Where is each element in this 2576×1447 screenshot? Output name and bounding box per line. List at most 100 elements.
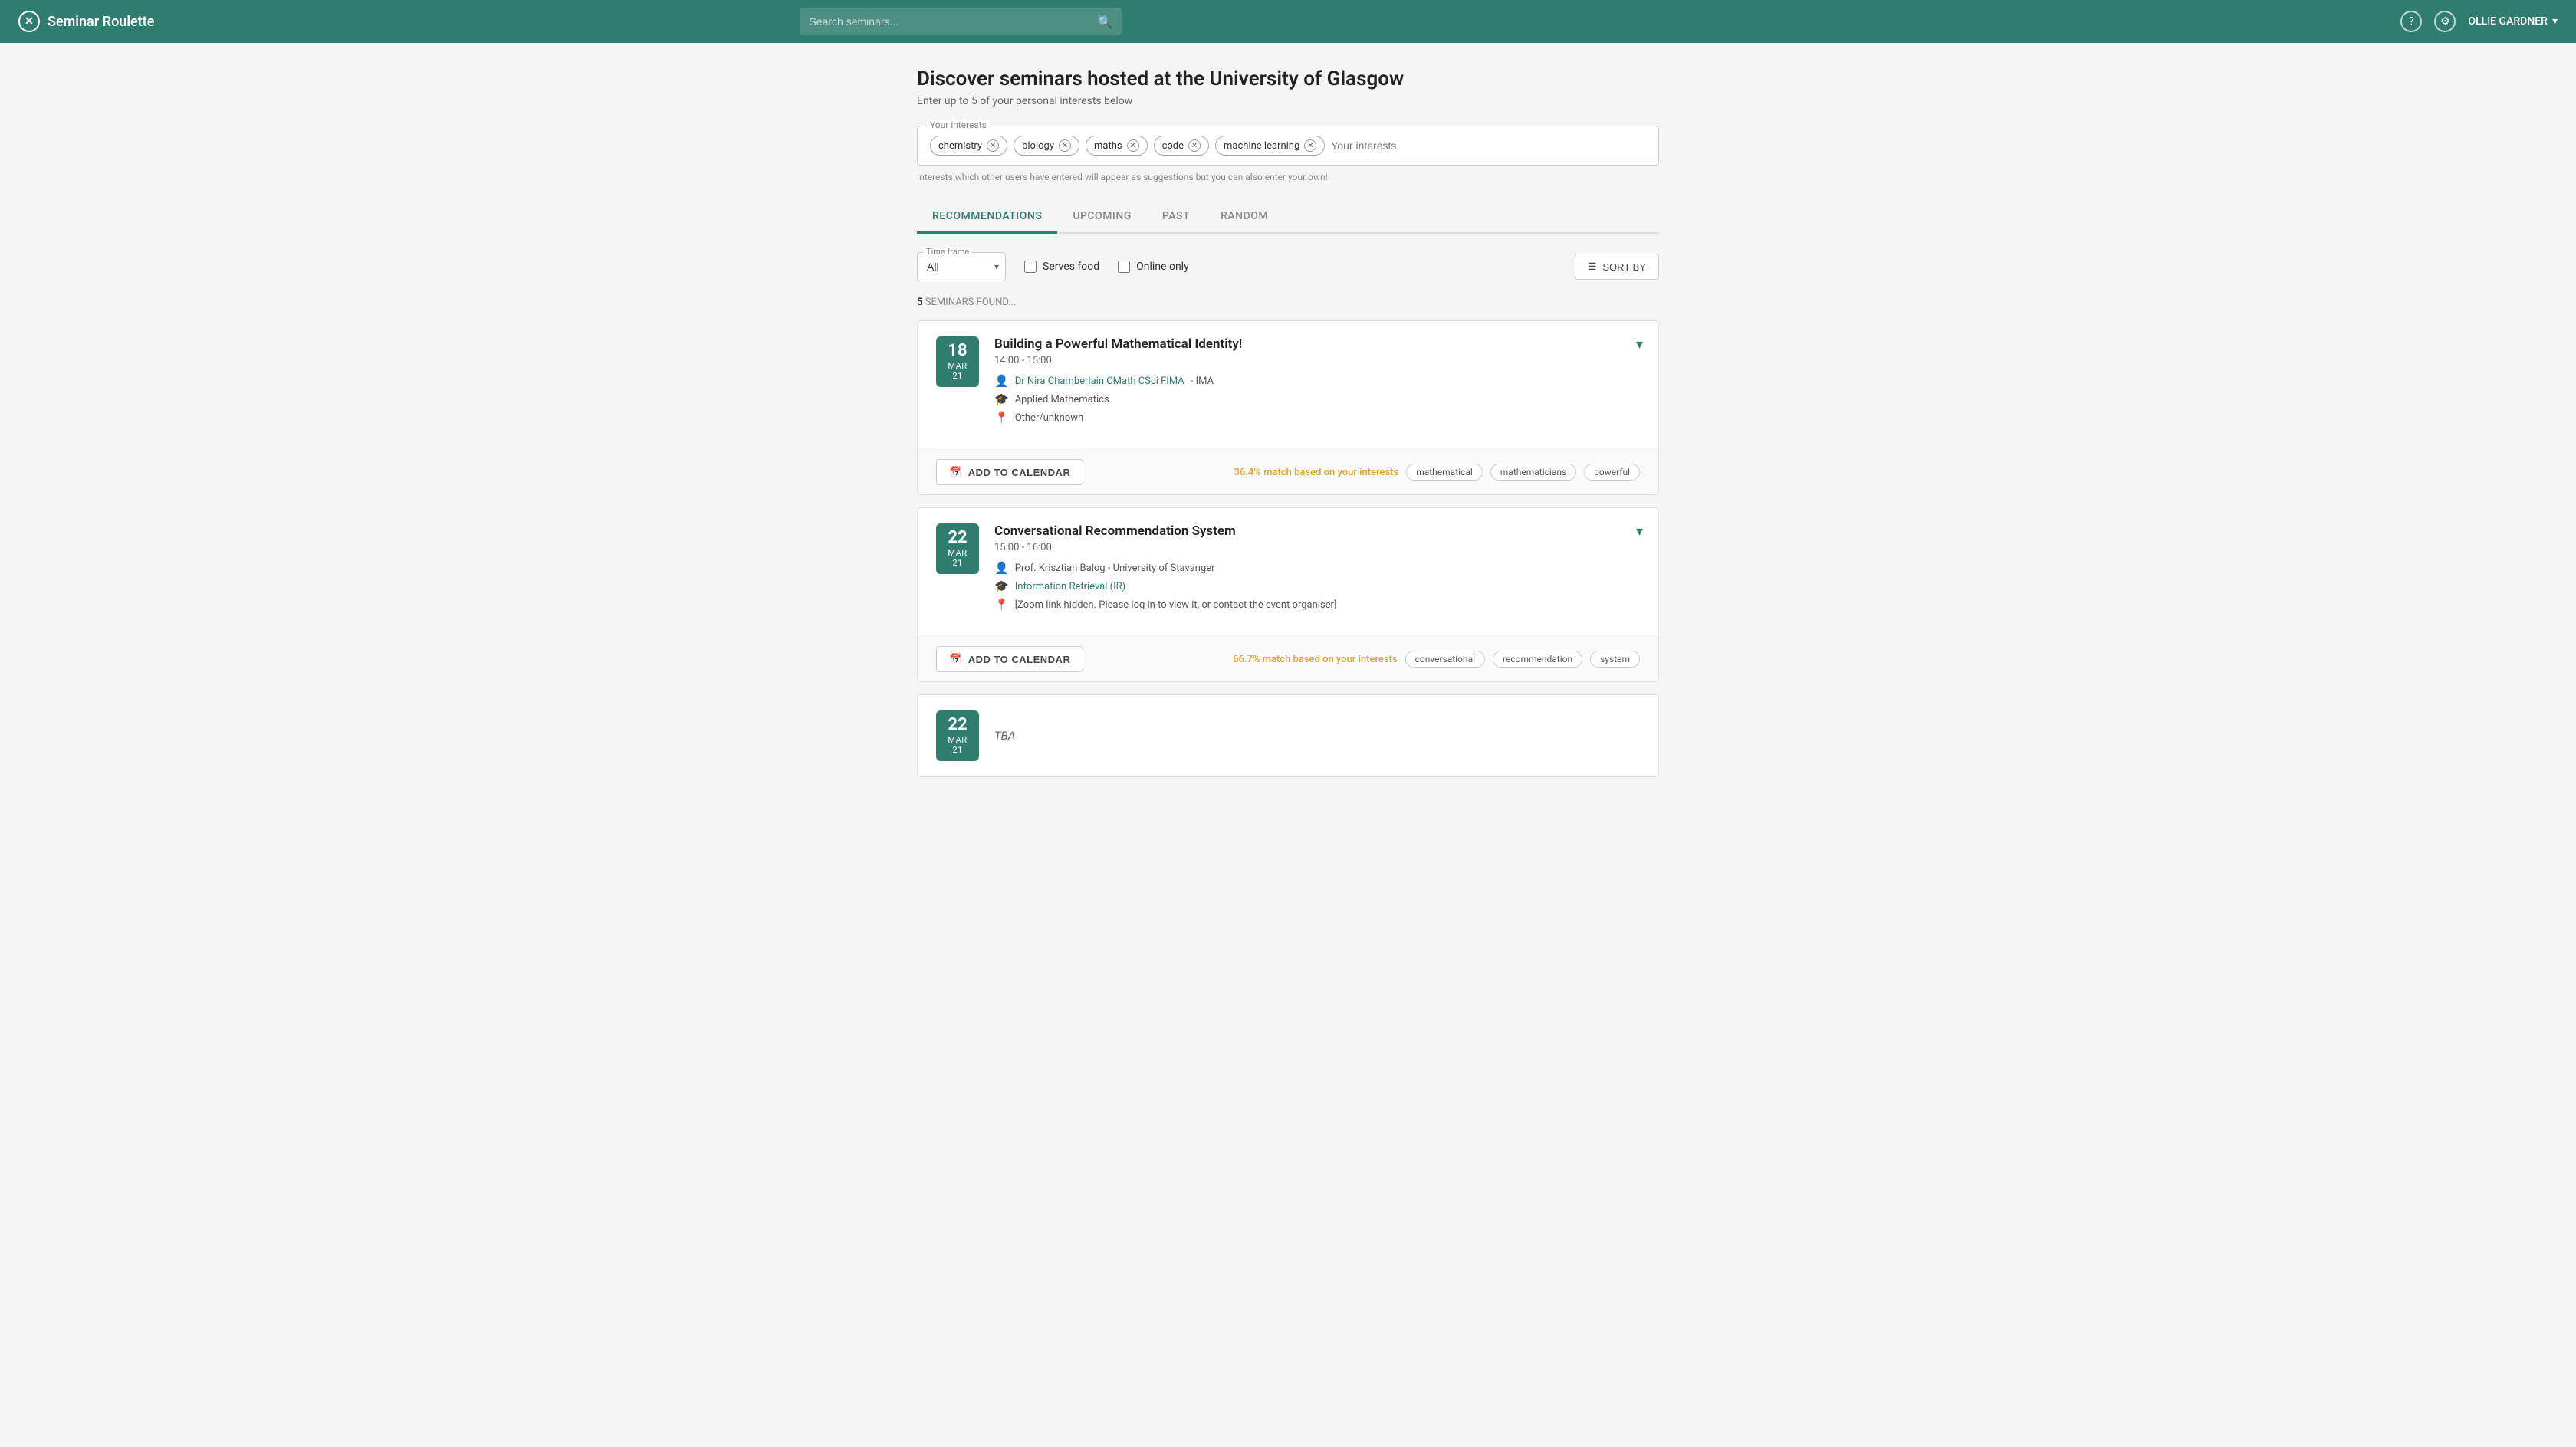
interest-tag-label: maths bbox=[1094, 140, 1122, 152]
card-inner: 22 MAR 21 Conversational Recommendation … bbox=[918, 508, 1658, 636]
interest-tag-machine-learning: machine learning ✕ bbox=[1215, 136, 1325, 156]
calendar-icon: 📅 bbox=[949, 653, 962, 665]
date-year: 21 bbox=[952, 371, 962, 381]
card-info: Building a Powerful Mathematical Identit… bbox=[994, 336, 1640, 434]
filters-row: Time frame All Today This Week This Mont… bbox=[917, 252, 1659, 281]
seminar-time: 15:00 - 16:00 bbox=[994, 542, 1640, 553]
header-right: ? ⚙ OLLIE GARDNER ▾ bbox=[2400, 11, 2558, 32]
date-month: MAR bbox=[948, 548, 967, 558]
card-meta: 👤 Prof. Krisztian Balog - University of … bbox=[994, 561, 1640, 612]
timeframe-select[interactable]: All Today This Week This Month bbox=[924, 253, 999, 281]
interest-tag-remove-code[interactable]: ✕ bbox=[1188, 139, 1201, 152]
interest-tag-maths: maths ✕ bbox=[1086, 136, 1148, 156]
serves-food-checkbox[interactable] bbox=[1024, 261, 1037, 273]
results-number: 5 bbox=[917, 297, 922, 308]
timeframe-select-wrap: Time frame All Today This Week This Mont… bbox=[917, 252, 1006, 281]
settings-button[interactable]: ⚙ bbox=[2434, 11, 2456, 32]
card-footer: 📅 ADD TO CALENDAR 66.7% match based on y… bbox=[918, 636, 1658, 681]
interest-tag-remove-biology[interactable]: ✕ bbox=[1059, 139, 1071, 152]
speaker-row: 👤 Dr Nira Chamberlain CMath CSci FIMA - … bbox=[994, 374, 1640, 388]
tab-recommendations[interactable]: RECOMMENDATIONS bbox=[917, 201, 1057, 234]
tabs-container: RECOMMENDATIONSUPCOMINGPASTRANDOM bbox=[917, 201, 1283, 232]
help-button[interactable]: ? bbox=[2400, 11, 2422, 32]
interests-box: Your interests chemistry ✕ biology ✕ mat… bbox=[917, 126, 1659, 166]
serves-food-checkbox-label[interactable]: Serves food bbox=[1024, 261, 1099, 273]
search-input[interactable] bbox=[809, 8, 1091, 35]
user-name: OLLIE GARDNER bbox=[2468, 15, 2548, 28]
date-badge: 18 MAR 21 bbox=[936, 336, 979, 387]
search-bar[interactable]: 🔍 bbox=[800, 8, 1122, 35]
seminars-container: 18 MAR 21 Building a Powerful Mathematic… bbox=[917, 320, 1659, 682]
interests-hint: Interests which other users have entered… bbox=[917, 172, 1659, 182]
match-tag: mathematical bbox=[1406, 464, 1483, 481]
match-section: 66.7% match based on your interests conv… bbox=[1233, 651, 1640, 668]
results-label: SEMINARS FOUND... bbox=[925, 297, 1017, 308]
tba-card: 22 MAR 21 TBA bbox=[917, 694, 1659, 777]
tab-random[interactable]: RANDOM bbox=[1205, 201, 1283, 234]
online-only-checkbox-label[interactable]: Online only bbox=[1118, 261, 1189, 273]
card-header: 18 MAR 21 Building a Powerful Mathematic… bbox=[936, 336, 1640, 434]
tba-day: 22 bbox=[948, 717, 967, 733]
online-only-label: Online only bbox=[1136, 261, 1189, 273]
tabs-nav: RECOMMENDATIONSUPCOMINGPASTRANDOM bbox=[917, 201, 1659, 234]
user-menu[interactable]: OLLIE GARDNER ▾ bbox=[2468, 15, 2558, 28]
date-month: MAR bbox=[948, 361, 967, 371]
tba-inner: 22 MAR 21 TBA bbox=[918, 695, 1658, 776]
interest-tag-label: chemistry bbox=[938, 140, 982, 152]
calendar-icon: 📅 bbox=[949, 466, 962, 478]
gear-icon: ⚙ bbox=[2440, 15, 2450, 28]
tba-year: 21 bbox=[952, 745, 962, 755]
interest-tag-biology: biology ✕ bbox=[1014, 136, 1079, 156]
location-icon: 📍 bbox=[994, 411, 1009, 425]
tab-past[interactable]: PAST bbox=[1147, 201, 1205, 234]
series-row: 🎓 Information Retrieval (IR) bbox=[994, 579, 1640, 593]
online-only-checkbox[interactable] bbox=[1118, 261, 1130, 273]
add-calendar-button[interactable]: 📅 ADD TO CALENDAR bbox=[936, 459, 1083, 485]
header: ✕ Seminar Roulette 🔍 ? ⚙ OLLIE GARDNER ▾ bbox=[0, 0, 2576, 43]
logo-icon: ✕ bbox=[18, 11, 40, 32]
card-meta: 👤 Dr Nira Chamberlain CMath CSci FIMA - … bbox=[994, 374, 1640, 425]
card-header: 22 MAR 21 Conversational Recommendation … bbox=[936, 523, 1640, 621]
interest-tag-remove-chemistry[interactable]: ✕ bbox=[987, 139, 999, 152]
date-day: 22 bbox=[948, 530, 967, 546]
tba-month: MAR bbox=[948, 735, 967, 745]
expand-button[interactable]: ▾ bbox=[1636, 523, 1643, 540]
card-inner: 18 MAR 21 Building a Powerful Mathematic… bbox=[918, 321, 1658, 449]
tab-upcoming[interactable]: UPCOMING bbox=[1057, 201, 1147, 234]
search-icon[interactable]: 🔍 bbox=[1098, 15, 1113, 29]
chevron-down-icon: ▾ bbox=[2552, 15, 2558, 28]
location-icon: 📍 bbox=[994, 598, 1009, 612]
add-calendar-label: ADD TO CALENDAR bbox=[968, 654, 1071, 665]
match-tag: powerful bbox=[1584, 464, 1640, 481]
interests-input[interactable] bbox=[1331, 139, 1646, 152]
match-tag: conversational bbox=[1405, 651, 1485, 668]
add-calendar-button[interactable]: 📅 ADD TO CALENDAR bbox=[936, 646, 1083, 672]
tba-date-badge: 22 MAR 21 bbox=[936, 710, 979, 761]
seminar-time: 14:00 - 15:00 bbox=[994, 355, 1640, 366]
card-info: Conversational Recommendation System 15:… bbox=[994, 523, 1640, 621]
speaker-row: 👤 Prof. Krisztian Balog - University of … bbox=[994, 561, 1640, 575]
location-text: [Zoom link hidden. Please log in to view… bbox=[1015, 599, 1337, 611]
sort-button[interactable]: ☰ SORT BY bbox=[1575, 254, 1659, 280]
sort-icon: ☰ bbox=[1588, 261, 1597, 273]
series-name: Applied Mathematics bbox=[1015, 394, 1109, 405]
interest-tag-remove-maths[interactable]: ✕ bbox=[1127, 139, 1139, 152]
expand-button[interactable]: ▾ bbox=[1636, 336, 1643, 353]
match-section: 36.4% match based on your interests math… bbox=[1234, 464, 1640, 481]
seminar-card-1: 18 MAR 21 Building a Powerful Mathematic… bbox=[917, 320, 1659, 495]
page-subtitle: Enter up to 5 of your personal interests… bbox=[917, 95, 1659, 107]
serves-food-label: Serves food bbox=[1043, 261, 1099, 273]
tba-label: TBA bbox=[994, 729, 1015, 743]
match-tag: system bbox=[1590, 651, 1640, 668]
interest-tag-remove-machine-learning[interactable]: ✕ bbox=[1304, 139, 1316, 152]
main-content: Discover seminars hosted at the Universi… bbox=[905, 43, 1671, 802]
series-link[interactable]: Information Retrieval (IR) bbox=[1015, 581, 1125, 592]
seminar-card-2: 22 MAR 21 Conversational Recommendation … bbox=[917, 507, 1659, 682]
match-tag: mathematicians bbox=[1490, 464, 1576, 481]
app-name: Seminar Roulette bbox=[48, 14, 154, 30]
series-row: 🎓 Applied Mathematics bbox=[994, 392, 1640, 406]
speaker-link[interactable]: Dr Nira Chamberlain CMath CSci FIMA bbox=[1015, 376, 1184, 387]
interest-tag-chemistry: chemistry ✕ bbox=[930, 136, 1007, 156]
location-row: 📍 [Zoom link hidden. Please log in to vi… bbox=[994, 598, 1640, 612]
results-count: 5 SEMINARS FOUND... bbox=[917, 297, 1659, 308]
